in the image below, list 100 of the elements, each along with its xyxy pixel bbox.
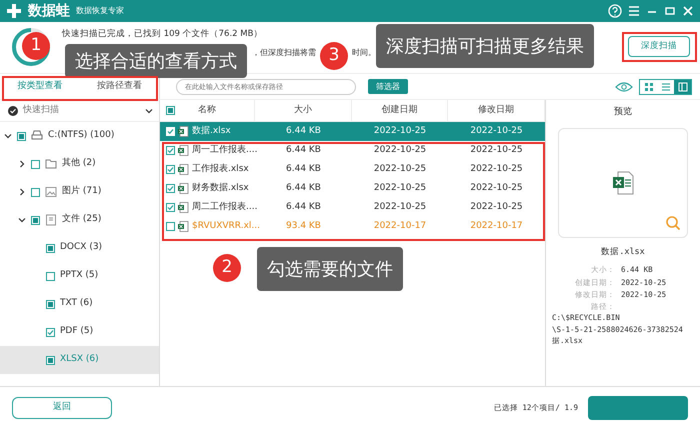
file-name: 周一工作报表....	[192, 144, 258, 157]
preview-title: 预览	[614, 106, 632, 119]
deep-scan-button[interactable]: 深度扫描	[628, 36, 690, 57]
file-row[interactable]: 周二工作报表.... 6.44 KB 2022-10-25 2022-10-25	[160, 198, 545, 217]
table-cell-text: 2022-10-25	[372, 200, 428, 214]
grid-icon	[644, 82, 654, 92]
spreadsheet-file-icon	[178, 221, 189, 232]
table-cell-text: 2022-10-25	[469, 162, 524, 176]
app-logo-icon	[6, 3, 22, 19]
menu-icon[interactable]	[628, 5, 640, 17]
table-cell-text: 2022-10-25	[469, 182, 524, 195]
file-name: $RVUXVRR.xl...	[192, 220, 260, 233]
spreadsheet-file-icon	[178, 126, 189, 137]
view-tab[interactable]: 按类型查看	[13, 78, 66, 96]
spreadsheet-file-icon	[612, 170, 634, 194]
action-button[interactable]	[588, 396, 688, 420]
tree-item-label[interactable]: DOCX (3)	[60, 241, 102, 255]
step-number-badge: 3	[320, 42, 348, 70]
tree-item-label[interactable]: PDF (5)	[60, 325, 94, 339]
eye-icon[interactable]	[615, 81, 633, 93]
back-button[interactable]: 返回	[12, 396, 112, 418]
table-cell-text: 2022-10-25	[469, 200, 524, 214]
checkbox[interactable]	[166, 203, 175, 212]
view-mode-button[interactable]	[674, 80, 691, 94]
column-header: 大小	[294, 104, 312, 117]
checkbox[interactable]	[17, 132, 26, 140]
checkbox[interactable]	[166, 146, 175, 155]
callout-tooltip: 深度扫描可扫描更多结果	[376, 24, 594, 68]
scan-hint-text: ，但深度扫描将需	[252, 46, 316, 59]
checkbox[interactable]	[31, 160, 40, 168]
spreadsheet-file-icon	[178, 202, 189, 213]
tree-item-label[interactable]: C:(NTFS) (100)	[48, 129, 114, 143]
checkbox[interactable]	[46, 356, 55, 364]
checkbox[interactable]	[46, 300, 55, 308]
drive-icon	[31, 130, 43, 142]
panel-icon	[678, 82, 688, 92]
table-cell-text: 2022-10-25	[372, 162, 428, 176]
table-cell-text: 6.44 KB	[285, 200, 322, 214]
folder-icon	[45, 158, 57, 170]
checkbox[interactable]	[46, 328, 55, 336]
column-header: 修改日期	[478, 104, 514, 117]
chevron-right-icon[interactable]	[18, 188, 26, 196]
tree-item-label[interactable]: 文件 (25)	[62, 213, 102, 227]
tree-item-label[interactable]: 图片 (71)	[62, 185, 102, 199]
checkbox[interactable]	[166, 184, 175, 193]
tree-item-label[interactable]: TXT (6)	[60, 297, 93, 311]
filter-button[interactable]: 筛选器	[368, 79, 408, 94]
file-row[interactable]: 财务数据.xlsx 6.44 KB 2022-10-25 2022-10-25	[160, 179, 545, 198]
table-cell-text: 2022-10-25	[372, 124, 428, 138]
close-icon[interactable]	[682, 5, 694, 17]
step-number-badge: 1	[22, 32, 50, 60]
checkbox[interactable]	[166, 165, 175, 174]
list-icon	[660, 82, 670, 92]
table-cell-text: 6.44 KB	[285, 144, 322, 157]
tree-section-label: 快速扫描	[23, 104, 60, 117]
checkbox[interactable]	[46, 244, 55, 252]
preview-file-name: 数据.xlsx	[601, 246, 645, 258]
spreadsheet-file-icon	[178, 145, 189, 156]
help-icon[interactable]	[608, 4, 622, 18]
chevron-down-icon[interactable]	[18, 216, 26, 224]
view-tab[interactable]: 按路径查看	[92, 78, 146, 96]
table-cell-text: 2022-10-25	[372, 182, 428, 195]
table-cell-text: 6.44 KB	[285, 124, 322, 138]
checkbox[interactable]	[166, 222, 175, 231]
file-name: 周二工作报表....	[192, 200, 258, 214]
scan-hint-text: 时间。	[352, 46, 376, 59]
callout-tooltip: 选择合适的查看方式	[65, 44, 247, 78]
file-name: 财务数据.xlsx	[192, 182, 249, 195]
spreadsheet-file-icon	[178, 164, 189, 175]
table-cell-text: 2022-10-17	[372, 220, 428, 233]
app-name: 数据蛙	[28, 2, 70, 20]
file-row[interactable]: 周一工作报表.... 6.44 KB 2022-10-25 2022-10-25	[160, 141, 545, 160]
checkbox[interactable]	[166, 106, 175, 115]
file-row[interactable]: 工作报表.xlsx 6.44 KB 2022-10-25 2022-10-25	[160, 160, 545, 179]
zoom-icon[interactable]	[665, 214, 681, 230]
scan-status-text: 快速扫描已完成，已找到 109 个文件（76.2 MB）	[62, 28, 264, 41]
app-subtitle: 数据恢复专家	[76, 5, 124, 17]
check-circle-icon	[8, 106, 18, 116]
file-name: 数据.xlsx	[192, 124, 231, 138]
callout-tooltip: 勾选需要的文件	[257, 247, 403, 291]
checkbox[interactable]	[31, 188, 40, 196]
file-row[interactable]: 数据.xlsx 6.44 KB 2022-10-25 2022-10-25	[160, 122, 545, 141]
chevron-down-icon[interactable]	[4, 132, 12, 140]
step-number-badge: 2	[213, 254, 241, 282]
checkbox[interactable]	[31, 216, 40, 224]
chevron-right-icon[interactable]	[18, 160, 26, 168]
file-name: 工作报表.xlsx	[192, 162, 249, 176]
column-header: 创建日期	[382, 104, 418, 117]
tree-item-label[interactable]: 其他 (2)	[62, 157, 96, 171]
table-cell-text: 2022-10-17	[469, 220, 524, 233]
column-header: 名称	[198, 104, 216, 117]
table-cell-text: 6.44 KB	[285, 182, 322, 195]
spreadsheet-file-icon	[178, 183, 189, 194]
chevron-down-icon[interactable]	[145, 106, 153, 114]
tree-item-label[interactable]: PPTX (5)	[60, 269, 98, 283]
maximize-icon[interactable]	[664, 5, 676, 17]
document-icon	[45, 214, 57, 226]
table-cell-text: 2022-10-25	[469, 144, 524, 157]
table-cell-text: 2022-10-25	[372, 144, 428, 157]
checkbox[interactable]	[46, 272, 55, 280]
